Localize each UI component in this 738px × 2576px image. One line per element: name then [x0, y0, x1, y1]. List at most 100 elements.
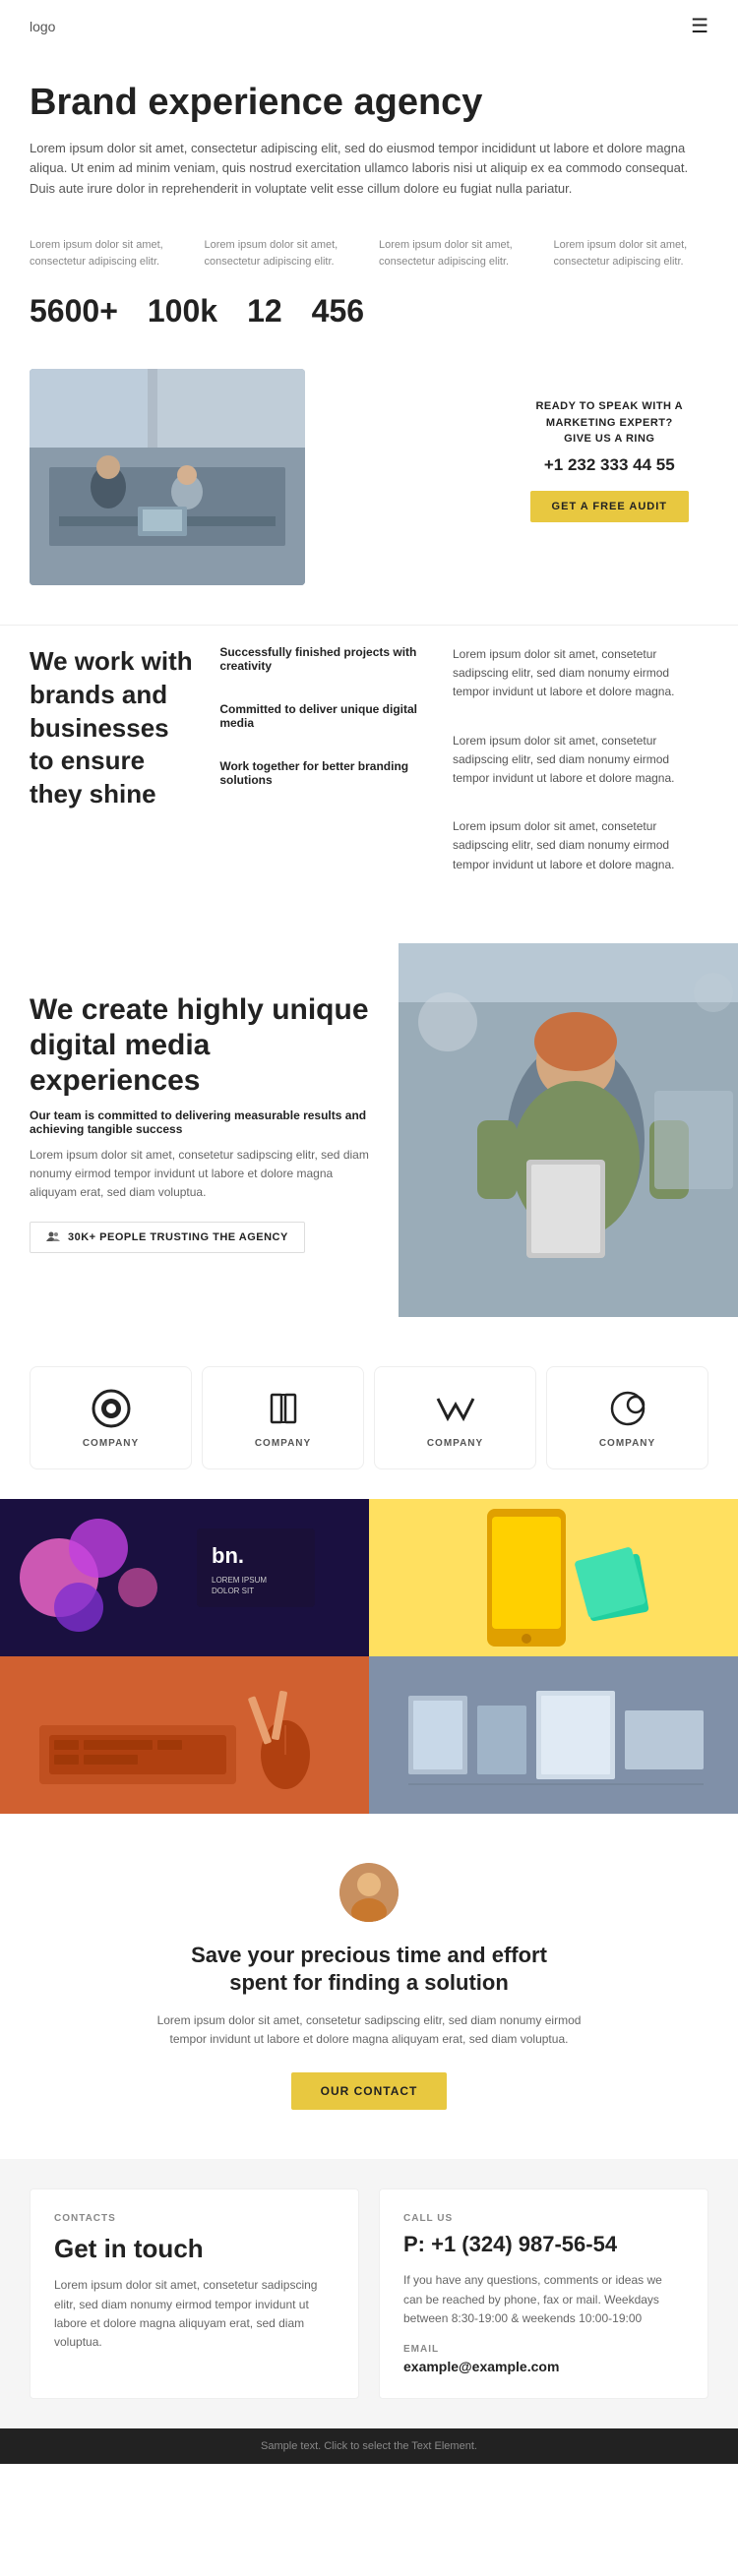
text-col-4: Lorem ipsum dolor sit amet, consectetur … [554, 237, 709, 270]
portfolio-image-3 [0, 1656, 369, 1814]
cta-free-audit-button[interactable]: GET A FREE AUDIT [530, 491, 689, 522]
hero-title: Brand experience agency [30, 82, 708, 125]
company-logo-2 [262, 1387, 305, 1430]
digital-subtitle: Our team is committed to delivering meas… [30, 1108, 369, 1136]
hamburger-icon[interactable]: ☰ [691, 14, 708, 38]
mission-item-2: Committed to deliver unique digital medi… [219, 702, 433, 730]
text-col-1: Lorem ipsum dolor sit amet, consectetur … [30, 237, 185, 270]
cta-box: READY TO SPEAK WITH A MARKETING EXPERT? … [511, 369, 708, 542]
portfolio-image-2 [369, 1499, 738, 1656]
call-us-box: CALL US P: +1 (324) 987-56-54 If you hav… [379, 2188, 708, 2399]
mission-text-1: Lorem ipsum dolor sit amet, consetetur s… [453, 645, 708, 702]
digital-section: We create highly unique digital media ex… [0, 943, 738, 1337]
digital-image [399, 943, 738, 1317]
contacts-text: Lorem ipsum dolor sit amet, consetetur s… [54, 2276, 335, 2352]
mission-section: We work with brands and businesses to en… [0, 625, 738, 943]
logo-box-4: COMPANY [546, 1366, 708, 1469]
portfolio-item-2 [369, 1499, 738, 1656]
text-col-3: Lorem ipsum dolor sit amet, consectetur … [379, 237, 534, 270]
digital-heading: We create highly unique digital media ex… [30, 992, 369, 1099]
email-label: EMAIL [403, 2344, 684, 2355]
logo-icon-4 [606, 1387, 649, 1430]
mission-item-title-3: Work together for better branding soluti… [219, 759, 433, 787]
footer: Sample text. Click to select the Text El… [0, 2428, 738, 2464]
image-cta-section: READY TO SPEAK WITH A MARKETING EXPERT? … [0, 359, 738, 625]
digital-text: Lorem ipsum dolor sit amet, consetetur s… [30, 1146, 369, 1203]
svg-text:bn.: bn. [212, 1543, 244, 1568]
hero-section: Brand experience agency Lorem ipsum dolo… [0, 52, 738, 219]
digital-content: We create highly unique digital media ex… [0, 943, 399, 1317]
stat-value-2: 100k [148, 293, 217, 329]
stat-3: 12 [247, 293, 282, 329]
logo-name-1: COMPANY [83, 1438, 139, 1449]
stat-value-1: 5600+ [30, 293, 118, 329]
portfolio-section: bn. LOREM IPSUM DOLOR SIT [0, 1499, 738, 1814]
company-logo-3 [434, 1387, 477, 1430]
company-logo-4 [606, 1387, 649, 1430]
logo-icon-1 [90, 1387, 133, 1430]
mission-items-col: Successfully finished projects with crea… [219, 645, 433, 904]
company-logo-1 [90, 1387, 133, 1430]
contacts-heading: Get in touch [54, 2234, 335, 2264]
contacts-label: CONTACTS [54, 2213, 335, 2224]
get-in-touch-box: CONTACTS Get in touch Lorem ipsum dolor … [30, 2188, 359, 2399]
logos-section: COMPANY COMPANY COMPANY CO [0, 1337, 738, 1499]
portfolio-image-4 [369, 1656, 738, 1814]
svg-text:DOLOR SIT: DOLOR SIT [212, 1587, 254, 1595]
logo-name-4: COMPANY [599, 1438, 655, 1449]
logo-name-2: COMPANY [255, 1438, 311, 1449]
office-image-svg [30, 369, 305, 585]
footer-text: Sample text. Click to select the Text El… [30, 2440, 708, 2452]
stat-2: 100k [148, 293, 217, 329]
mission-heading: We work with brands and businesses to en… [30, 645, 200, 811]
digital-image-svg [399, 943, 738, 1317]
text-col-2: Lorem ipsum dolor sit amet, consectetur … [205, 237, 360, 270]
logo-icon-3 [434, 1387, 477, 1430]
hero-description: Lorem ipsum dolor sit amet, consectetur … [30, 139, 699, 200]
people-badge-text: 30K+ PEOPLE TRUSTING THE AGENCY [68, 1231, 288, 1243]
testimonial-section: Save your precious time and effort spent… [0, 1814, 738, 2140]
mission-item-3: Work together for better branding soluti… [219, 759, 433, 787]
logo-icon-2 [262, 1387, 305, 1430]
stat-value-4: 456 [312, 293, 364, 329]
cta-phone: +1 232 333 44 55 [530, 455, 689, 475]
portfolio-item-3 [0, 1656, 369, 1814]
testimonial-text: Lorem ipsum dolor sit amet, consetetur s… [143, 2011, 595, 2049]
logo-box-3: COMPANY [374, 1366, 536, 1469]
text-columns: Lorem ipsum dolor sit amet, consectetur … [0, 219, 738, 279]
testimonial-heading: Save your precious time and effort spent… [172, 1942, 566, 1998]
email-value: example@example.com [403, 2359, 684, 2374]
mission-text-2: Lorem ipsum dolor sit amet, consetetur s… [453, 732, 708, 789]
portfolio-item-1: bn. LOREM IPSUM DOLOR SIT [0, 1499, 369, 1656]
logo-box-1: COMPANY [30, 1366, 192, 1469]
mission-item-title-2: Committed to deliver unique digital medi… [219, 702, 433, 730]
header: logo ☰ [0, 0, 738, 52]
mission-item-1: Successfully finished projects with crea… [219, 645, 433, 673]
logo-name-3: COMPANY [427, 1438, 483, 1449]
stats-section: 5600+ 100k 12 456 [0, 279, 738, 359]
stat-value-3: 12 [247, 293, 282, 329]
contact-section: CONTACTS Get in touch Lorem ipsum dolor … [0, 2159, 738, 2428]
logo-box-2: COMPANY [202, 1366, 364, 1469]
call-phone: P: +1 (324) 987-56-54 [403, 2232, 684, 2257]
call-desc: If you have any questions, comments or i… [403, 2271, 684, 2328]
people-icon [46, 1230, 60, 1244]
portfolio-image-1: bn. LOREM IPSUM DOLOR SIT [0, 1499, 369, 1656]
avatar-svg [339, 1863, 399, 1922]
mission-text-3: Lorem ipsum dolor sit amet, consetetur s… [453, 817, 708, 874]
stat-1: 5600+ [30, 293, 118, 329]
people-badge[interactable]: 30K+ PEOPLE TRUSTING THE AGENCY [30, 1222, 305, 1253]
cta-ready-text: READY TO SPEAK WITH A MARKETING EXPERT? … [530, 398, 689, 448]
logo: logo [30, 19, 55, 34]
mission-heading-col: We work with brands and businesses to en… [30, 645, 200, 904]
avatar-image [339, 1863, 399, 1922]
our-contact-button[interactable]: OUR CONTACT [291, 2072, 448, 2110]
portfolio-item-4 [369, 1656, 738, 1814]
mission-text-col: Lorem ipsum dolor sit amet, consetetur s… [453, 645, 708, 904]
image-placeholder [30, 369, 305, 585]
main-image [30, 369, 305, 585]
svg-text:LOREM IPSUM: LOREM IPSUM [212, 1576, 267, 1585]
call-label: CALL US [403, 2213, 684, 2224]
mission-item-title-1: Successfully finished projects with crea… [219, 645, 433, 673]
testimonial-avatar [339, 1863, 399, 1922]
